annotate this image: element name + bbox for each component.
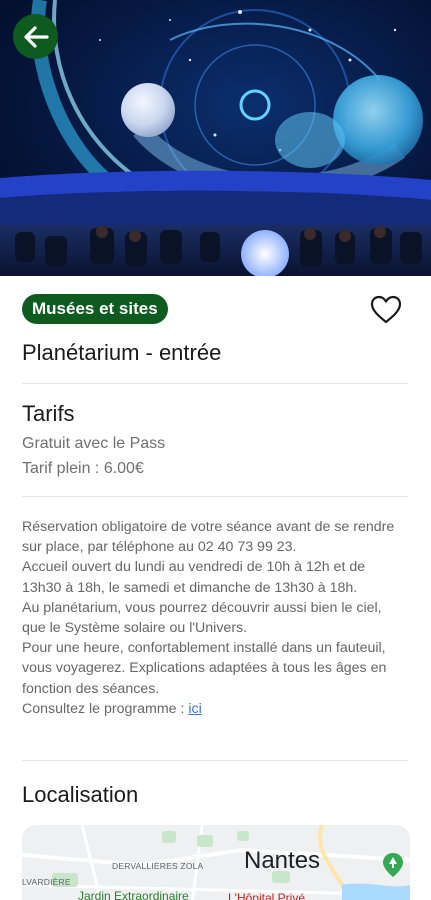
location-map[interactable]: Nantes DERVALLIÈRES ZOLA LVARDIÈRE Jardi… <box>22 825 410 900</box>
favorite-button[interactable] <box>369 294 403 326</box>
map-city-label: Nantes <box>244 847 321 874</box>
description-paragraph: Au planétarium, vous pourrez découvrir a… <box>22 599 382 637</box>
arrow-left-icon <box>23 25 49 48</box>
tarifs-title: Tarifs <box>22 401 75 426</box>
program-link[interactable]: ici <box>188 701 201 717</box>
planetarium-illustration <box>0 0 431 276</box>
map-area-label: LVARDIÈRE <box>22 877 71 887</box>
divider <box>22 760 408 761</box>
back-button[interactable] <box>13 14 58 59</box>
map-pin-icon <box>383 853 403 877</box>
map-poi-label: L'Hôpital Privé <box>228 891 305 900</box>
category-badge[interactable]: Musées et sites <box>22 294 168 324</box>
tarif-line: Tarif plein : 6.00€ <box>22 460 144 477</box>
page-title: Planétarium - entrée <box>22 340 222 365</box>
tarif-line: Gratuit avec le Pass <box>22 435 166 452</box>
map-area-label: DERVALLIÈRES ZOLA <box>112 861 204 871</box>
hero-image <box>0 0 431 276</box>
map-pin[interactable] <box>380 852 406 878</box>
divider <box>22 383 408 384</box>
localisation-title: Localisation <box>22 782 139 807</box>
heart-outline-icon <box>370 295 402 324</box>
program-line: Consultez le programme : ici <box>22 699 408 719</box>
map-poi-label: Jardin Extraordinaire <box>78 889 189 900</box>
description-paragraph: Accueil ouvert du lundi au vendredi de 1… <box>22 559 366 596</box>
description-paragraph: Réservation obligatoire de votre séance … <box>22 519 395 556</box>
description-paragraph: Pour une heure, confortablement installé… <box>22 640 387 697</box>
divider <box>22 496 408 497</box>
program-prefix: Consultez le programme : <box>22 700 189 717</box>
description: Réservation obligatoire de votre séance … <box>22 517 408 719</box>
